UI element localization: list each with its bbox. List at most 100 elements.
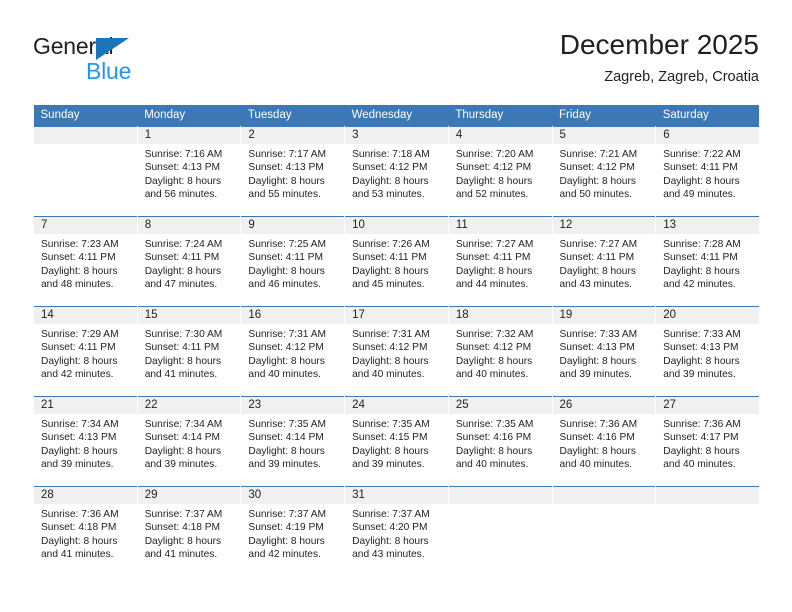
calendar-day-cell[interactable]: 10 Sunrise: 7:26 AM Sunset: 4:11 PM Dayligh… bbox=[344, 216, 449, 307]
sunset-text: Sunset: 4:14 PM bbox=[144, 432, 221, 444]
daylight-text-line2: and 40 minutes. bbox=[455, 369, 529, 381]
day-detail: Sunrise: 7:24 AM Sunset: 4:11 PM Daylight:… bbox=[138, 234, 241, 292]
daylight-text-line2: and 39 minutes. bbox=[352, 459, 425, 471]
sunset-text: Sunset: 4:11 PM bbox=[144, 252, 220, 264]
calendar-day-cell[interactable]: 22 Sunrise: 7:34 AM Sunset: 4:14 PM Dayligh… bbox=[136, 396, 242, 487]
calendar-day-cell[interactable]: 9 Sunrise: 7:25 AM Sunset: 4:11 PM Daylight… bbox=[240, 216, 346, 307]
daylight-text-line1: Daylight: 8 hours bbox=[144, 175, 222, 187]
day-detail: Sunrise: 7:34 AM Sunset: 4:14 PM Daylight:… bbox=[138, 414, 241, 472]
day-detail: Sunrise: 7:36 AM Sunset: 4:17 PM Daylight:… bbox=[656, 414, 759, 472]
day-number: 23 bbox=[241, 397, 345, 414]
daylight-text-line2: and 40 minutes. bbox=[455, 459, 529, 471]
sunrise-text: Sunrise: 7:24 AM bbox=[144, 239, 223, 250]
daylight-text-line1: Daylight: 8 hours bbox=[144, 535, 222, 547]
calendar-day-cell[interactable]: 27 Sunrise: 7:36 AM Sunset: 4:17 PM Dayligh… bbox=[655, 396, 760, 487]
sunrise-text: Sunrise: 7:29 AM bbox=[41, 329, 119, 340]
weekday-header-thursday: Thursday bbox=[448, 105, 553, 127]
day-detail: Sunrise: 7:26 AM Sunset: 4:11 PM Daylight:… bbox=[345, 234, 448, 292]
daylight-text-line2: and 46 minutes. bbox=[248, 279, 321, 291]
calendar-day-cell[interactable]: 3 Sunrise: 7:18 AM Sunset: 4:12 PM Daylight… bbox=[344, 126, 449, 217]
calendar-day-cell[interactable]: 28 Sunrise: 7:36 AM Sunset: 4:18 PM Dayligh… bbox=[33, 486, 138, 576]
daylight-text-line1: Daylight: 8 hours bbox=[455, 175, 533, 187]
calendar-day-cell[interactable]: 4 Sunrise: 7:20 AM Sunset: 4:12 PM Daylight… bbox=[447, 126, 553, 217]
calendar-day-cell[interactable]: 15 Sunrise: 7:30 AM Sunset: 4:11 PM Dayligh… bbox=[136, 306, 242, 397]
calendar-day-cell[interactable]: 19 Sunrise: 7:33 AM Sunset: 4:13 PM Dayligh… bbox=[551, 306, 657, 397]
day-number: 1 bbox=[137, 127, 241, 144]
daylight-text-line2: and 52 minutes. bbox=[455, 189, 529, 201]
day-number: 9 bbox=[241, 217, 345, 234]
daylight-text-line1: Daylight: 8 hours bbox=[455, 265, 533, 277]
day-number: 7 bbox=[34, 217, 137, 234]
daylight-text-line1: Daylight: 8 hours bbox=[455, 445, 533, 457]
daylight-text-line1: Daylight: 8 hours bbox=[41, 355, 118, 367]
calendar-day-cell[interactable]: 16 Sunrise: 7:31 AM Sunset: 4:12 PM Dayligh… bbox=[240, 306, 346, 397]
sunset-text: Sunset: 4:13 PM bbox=[41, 432, 117, 444]
calendar-week-row: 14 Sunrise: 7:29 AM Sunset: 4:11 PM Dayligh… bbox=[33, 306, 760, 397]
daylight-text-line1: Daylight: 8 hours bbox=[559, 445, 636, 457]
sunset-text: Sunset: 4:20 PM bbox=[352, 522, 428, 534]
sunrise-text: Sunrise: 7:35 AM bbox=[352, 419, 430, 430]
sunrise-text: Sunrise: 7:36 AM bbox=[663, 419, 741, 430]
day-detail: Sunrise: 7:31 AM Sunset: 4:12 PM Daylight:… bbox=[241, 324, 344, 382]
daylight-text-line1: Daylight: 8 hours bbox=[663, 175, 740, 187]
calendar-day-cell[interactable]: 25 Sunrise: 7:35 AM Sunset: 4:16 PM Dayligh… bbox=[447, 396, 553, 487]
day-number: 26 bbox=[552, 397, 656, 414]
calendar-grid: Sunday Monday Tuesday Wednesday Thursday… bbox=[33, 105, 760, 576]
calendar-day-cell[interactable]: 21 Sunrise: 7:34 AM Sunset: 4:13 PM Dayligh… bbox=[33, 396, 138, 487]
daylight-text-line2: and 40 minutes. bbox=[559, 459, 633, 471]
weekday-header-sunday: Sunday bbox=[33, 105, 138, 127]
day-detail: Sunrise: 7:32 AM Sunset: 4:12 PM Daylight:… bbox=[449, 324, 552, 382]
sunset-text: Sunset: 4:16 PM bbox=[455, 432, 532, 444]
calendar-day-cell[interactable]: 23 Sunrise: 7:35 AM Sunset: 4:14 PM Dayligh… bbox=[240, 396, 346, 487]
day-number: 16 bbox=[241, 307, 345, 324]
calendar-day-cell-empty bbox=[447, 486, 553, 576]
brand-logo[interactable]: General Blue bbox=[33, 33, 233, 88]
sunrise-text: Sunrise: 7:28 AM bbox=[663, 239, 741, 250]
sunset-text: Sunset: 4:13 PM bbox=[559, 342, 635, 354]
day-number: 15 bbox=[137, 307, 241, 324]
sunrise-text: Sunrise: 7:16 AM bbox=[144, 149, 223, 160]
day-detail: Sunrise: 7:35 AM Sunset: 4:15 PM Daylight:… bbox=[345, 414, 448, 472]
weekday-header-monday: Monday bbox=[137, 105, 241, 127]
calendar-day-cell[interactable]: 24 Sunrise: 7:35 AM Sunset: 4:15 PM Dayligh… bbox=[344, 396, 449, 487]
daylight-text-line2: and 40 minutes. bbox=[663, 459, 736, 471]
page-title: December 2025 bbox=[559, 29, 759, 60]
day-number: 14 bbox=[34, 307, 137, 324]
day-detail: Sunrise: 7:30 AM Sunset: 4:11 PM Daylight:… bbox=[138, 324, 241, 382]
weekday-header-friday: Friday bbox=[552, 105, 656, 127]
day-number: 11 bbox=[448, 217, 552, 234]
calendar-day-cell[interactable]: 31 Sunrise: 7:37 AM Sunset: 4:20 PM Dayligh… bbox=[344, 486, 449, 576]
day-detail: Sunrise: 7:28 AM Sunset: 4:11 PM Daylight:… bbox=[656, 234, 759, 292]
calendar-day-cell[interactable]: 20 Sunrise: 7:33 AM Sunset: 4:13 PM Dayligh… bbox=[655, 306, 760, 397]
sunrise-text: Sunrise: 7:36 AM bbox=[41, 509, 119, 520]
daylight-text-line2: and 40 minutes. bbox=[352, 369, 425, 381]
weekday-header-saturday: Saturday bbox=[655, 105, 760, 127]
sunset-text: Sunset: 4:11 PM bbox=[352, 252, 427, 264]
calendar-day-cell[interactable]: 2 Sunrise: 7:17 AM Sunset: 4:13 PM Daylight… bbox=[240, 126, 346, 217]
calendar-day-cell[interactable]: 17 Sunrise: 7:31 AM Sunset: 4:12 PM Dayligh… bbox=[344, 306, 449, 397]
day-detail: Sunrise: 7:37 AM Sunset: 4:20 PM Daylight:… bbox=[345, 504, 448, 562]
calendar-day-cell[interactable]: 18 Sunrise: 7:32 AM Sunset: 4:12 PM Dayligh… bbox=[447, 306, 553, 397]
daylight-text-line1: Daylight: 8 hours bbox=[41, 535, 118, 547]
daylight-text-line2: and 50 minutes. bbox=[559, 189, 633, 201]
calendar-day-cell[interactable]: 5 Sunrise: 7:21 AM Sunset: 4:12 PM Daylight… bbox=[551, 126, 657, 217]
calendar-day-cell[interactable]: 6 Sunrise: 7:22 AM Sunset: 4:11 PM Daylight… bbox=[655, 126, 760, 217]
sunset-text: Sunset: 4:11 PM bbox=[559, 252, 635, 264]
calendar-day-cell[interactable]: 8 Sunrise: 7:24 AM Sunset: 4:11 PM Daylight… bbox=[136, 216, 242, 307]
calendar-day-cell[interactable]: 29 Sunrise: 7:37 AM Sunset: 4:18 PM Dayligh… bbox=[136, 486, 242, 576]
daylight-text-line1: Daylight: 8 hours bbox=[559, 175, 636, 187]
day-number: 25 bbox=[448, 397, 552, 414]
sunrise-text: Sunrise: 7:37 AM bbox=[144, 509, 223, 520]
day-number: 28 bbox=[34, 487, 137, 504]
calendar-day-cell[interactable]: 30 Sunrise: 7:37 AM Sunset: 4:19 PM Dayligh… bbox=[240, 486, 346, 576]
calendar-day-cell[interactable]: 26 Sunrise: 7:36 AM Sunset: 4:16 PM Dayligh… bbox=[551, 396, 657, 487]
daylight-text-line1: Daylight: 8 hours bbox=[248, 175, 325, 187]
calendar-day-cell[interactable]: 12 Sunrise: 7:27 AM Sunset: 4:11 PM Dayligh… bbox=[551, 216, 657, 307]
calendar-day-cell[interactable]: 7 Sunrise: 7:23 AM Sunset: 4:11 PM Daylight… bbox=[33, 216, 138, 307]
calendar-day-cell[interactable]: 14 Sunrise: 7:29 AM Sunset: 4:11 PM Dayligh… bbox=[33, 306, 138, 397]
calendar-day-cell[interactable]: 1 Sunrise: 7:16 AM Sunset: 4:13 PM Daylight… bbox=[136, 126, 242, 217]
calendar-day-cell[interactable]: 13 Sunrise: 7:28 AM Sunset: 4:11 PM Dayligh… bbox=[655, 216, 760, 307]
sunset-text: Sunset: 4:11 PM bbox=[663, 162, 738, 174]
calendar-day-cell[interactable]: 11 Sunrise: 7:27 AM Sunset: 4:11 PM Dayligh… bbox=[447, 216, 553, 307]
daylight-text-line2: and 45 minutes. bbox=[352, 279, 425, 291]
